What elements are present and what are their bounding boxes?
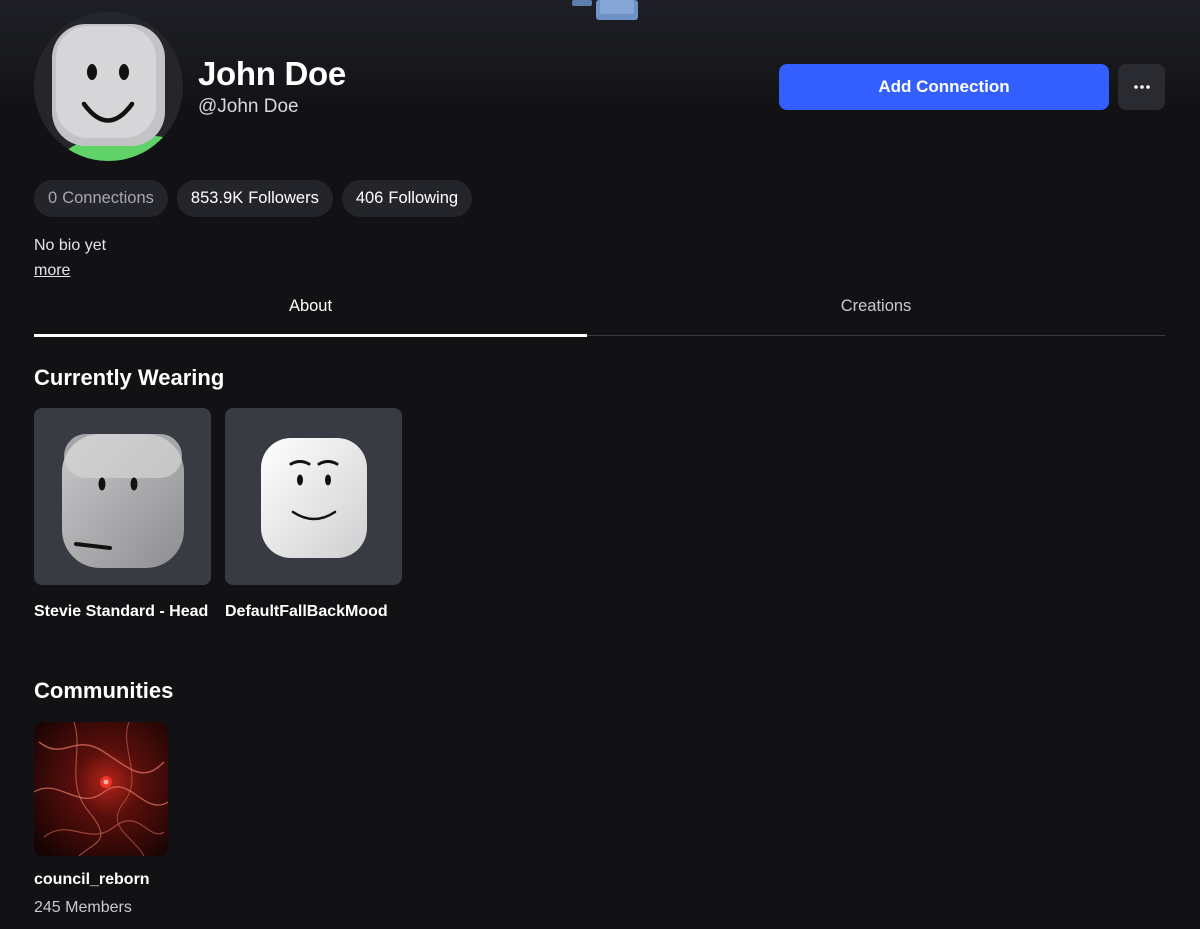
banner-avatar-decoration <box>572 0 638 20</box>
add-connection-button[interactable]: Add Connection <box>779 64 1109 110</box>
bio-text: No bio yet <box>34 237 107 254</box>
bio-more-link[interactable]: more <box>34 262 70 280</box>
community-thumbnail[interactable] <box>34 722 168 856</box>
avatar-head-icon <box>52 24 183 161</box>
connections-count: 0 <box>48 189 58 207</box>
more-options-button[interactable] <box>1118 64 1165 110</box>
connections-pill[interactable]: 0 Connections <box>34 180 168 217</box>
tab-creations[interactable]: Creations <box>587 290 1165 336</box>
ellipsis-icon <box>1133 85 1150 89</box>
wearing-item-name[interactable]: Stevie Standard - Head <box>34 600 211 623</box>
community-member-count: 245 Members <box>34 899 132 916</box>
wearing-item-card[interactable] <box>34 408 211 585</box>
display-name: John Doe <box>198 55 346 92</box>
username: @John Doe <box>198 96 299 117</box>
wearing-item-card[interactable] <box>225 408 402 585</box>
profile-stats: 0 Connections 853.9K Followers 406 Follo… <box>34 180 473 217</box>
tab-about[interactable]: About <box>34 290 587 337</box>
following-pill[interactable]: 406 Following <box>341 180 473 217</box>
communities-title: Communities <box>34 678 174 703</box>
following-label: Following <box>388 189 459 207</box>
followers-pill[interactable]: 853.9K Followers <box>176 180 333 217</box>
avatar[interactable] <box>34 12 183 161</box>
community-name[interactable]: council_reborn <box>34 871 150 889</box>
connections-label: Connections <box>62 189 154 207</box>
stevie-head-icon <box>62 434 184 568</box>
currently-wearing-title: Currently Wearing <box>34 365 225 390</box>
profile-tabs: About Creations <box>34 290 1165 337</box>
followers-count: 853.9K <box>190 189 244 207</box>
community-image-icon <box>34 722 168 856</box>
default-face-head-icon <box>261 438 367 558</box>
following-count: 406 <box>355 189 384 207</box>
followers-label: Followers <box>248 189 319 207</box>
wearing-item-name[interactable]: DefaultFallBackMood <box>225 600 402 623</box>
